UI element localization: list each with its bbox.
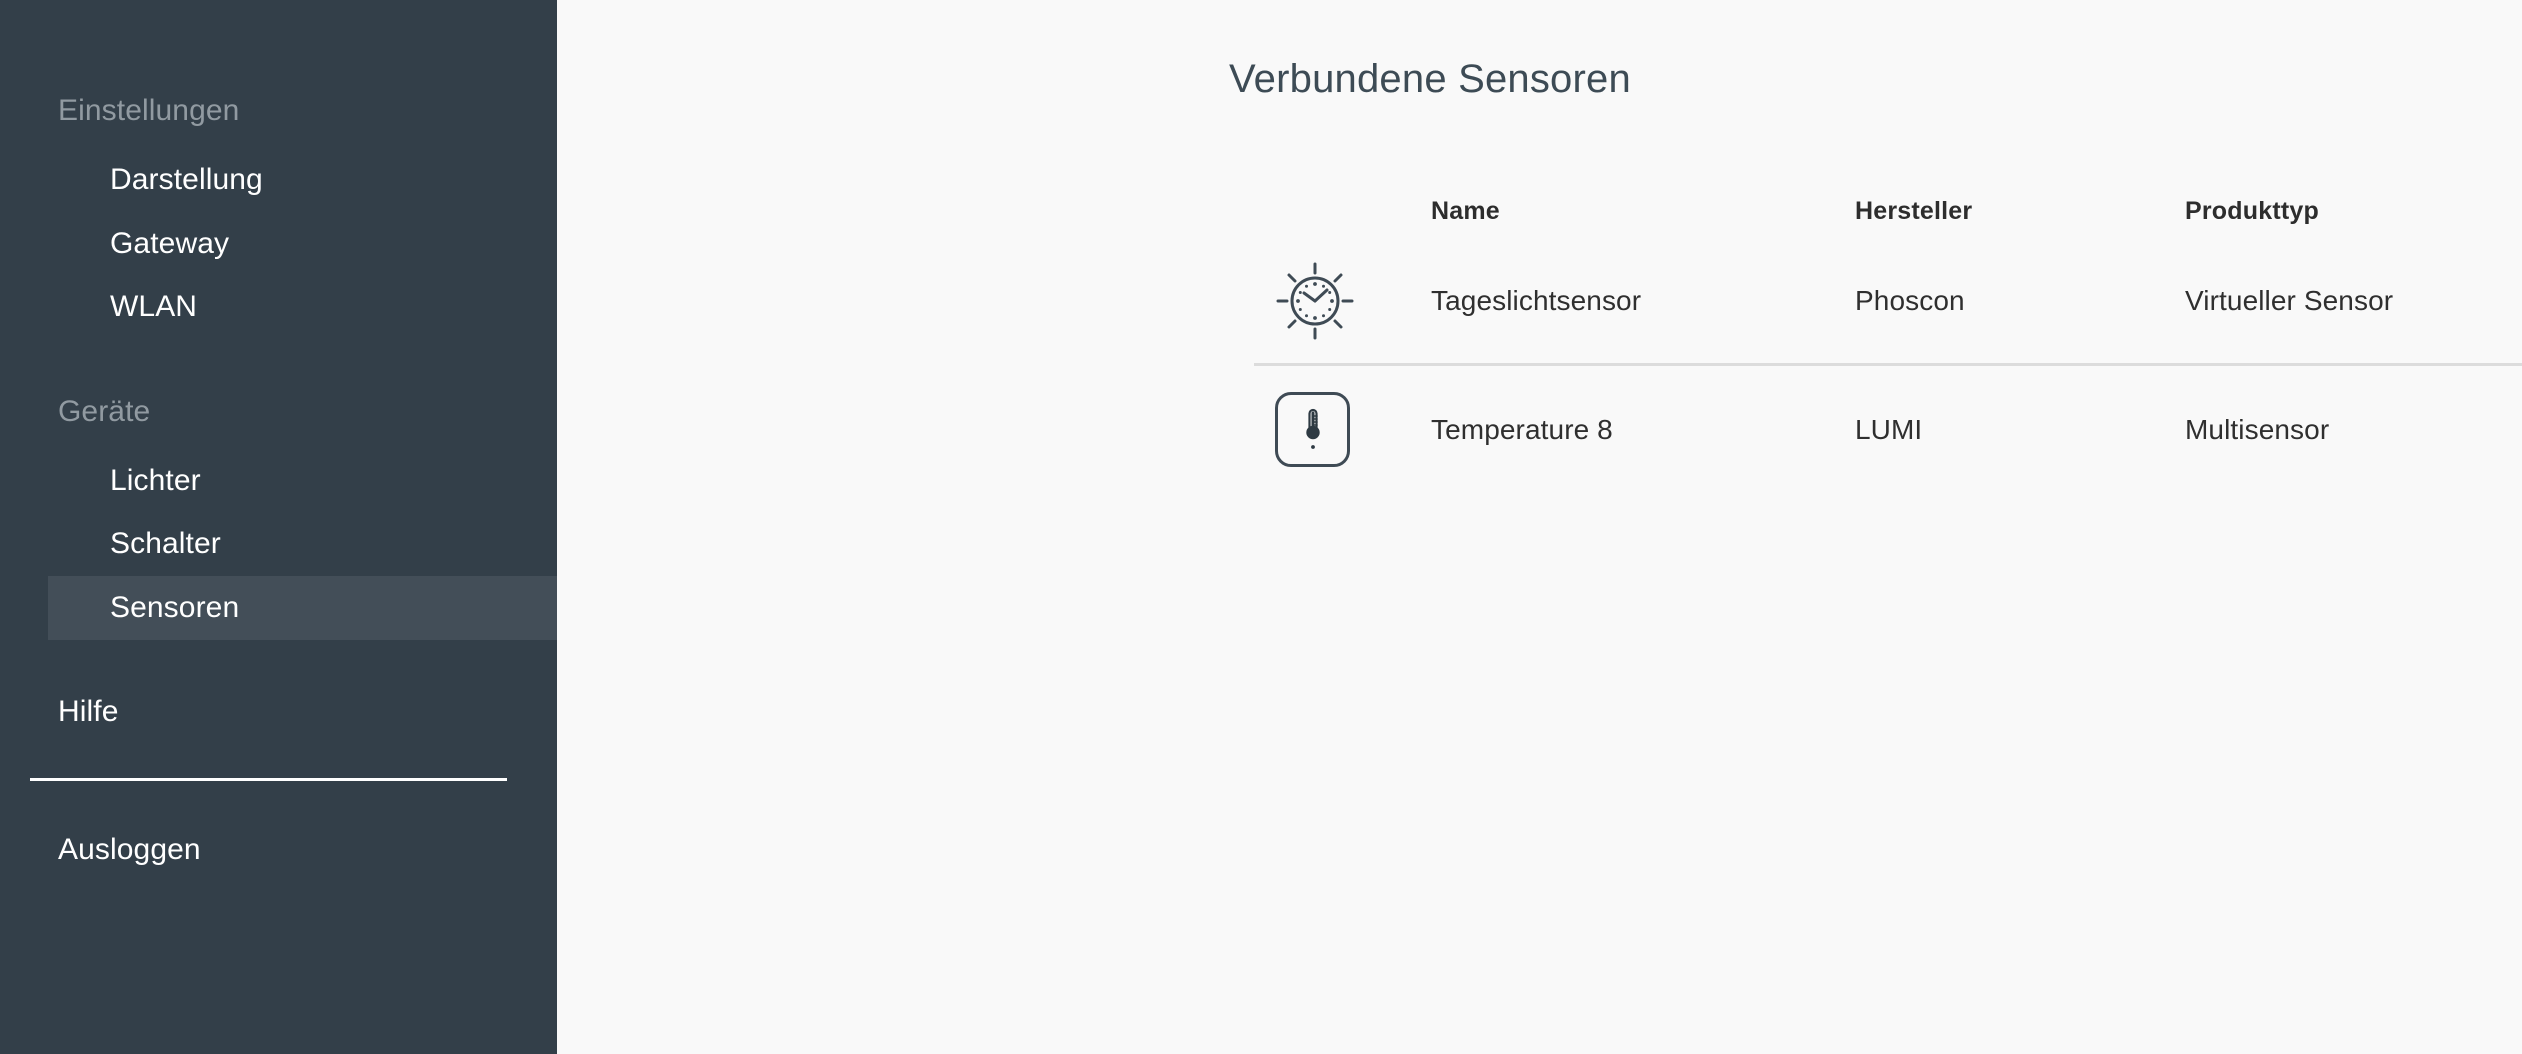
table-header-produkttyp: Produkttyp xyxy=(2185,196,2319,225)
sidebar-item-label: Schalter xyxy=(110,527,221,561)
row-icon-cell xyxy=(1254,261,1431,341)
sidebar-item-label: Hilfe xyxy=(58,694,119,728)
sidebar-item-label: Lichter xyxy=(110,463,201,497)
sidebar: Einstellungen Darstellung Gateway WLAN G… xyxy=(0,0,557,1054)
page-title: Verbundene Sensoren xyxy=(1229,57,1631,101)
sidebar-item-sensoren[interactable]: Sensoren xyxy=(48,575,557,640)
sidebar-group-geraete: Lichter Schalter Sensoren xyxy=(0,449,557,640)
table-header-hersteller: Hersteller xyxy=(1855,196,1973,225)
row-manufacturer: Phoscon xyxy=(1855,285,1965,316)
sidebar-item-label: Ausloggen xyxy=(58,833,201,867)
row-product-type: Virtueller Sensor xyxy=(2185,285,2394,316)
sidebar-item-hilfe[interactable]: Hilfe xyxy=(0,680,557,744)
row-product-type: Multisensor xyxy=(2185,413,2330,445)
sidebar-item-ausloggen[interactable]: Ausloggen xyxy=(0,818,557,882)
row-manufacturer: LUMI xyxy=(1855,413,1923,445)
sidebar-divider xyxy=(30,778,507,782)
sidebar-section-label-einstellungen: Einstellungen xyxy=(58,94,240,127)
sidebar-group-einstellungen: Darstellung Gateway WLAN xyxy=(0,148,557,339)
table-row[interactable]: Tageslichtsensor Phoscon Virtueller Sens… xyxy=(1254,239,2522,366)
row-name: Temperature 8 xyxy=(1431,413,1613,445)
row-icon-cell xyxy=(1254,392,1431,467)
daylight-clock-sun-icon xyxy=(1275,261,1355,341)
sidebar-section-label-geraete: Geräte xyxy=(58,394,151,428)
sidebar-item-label: Darstellung xyxy=(110,163,263,196)
table-header-name: Name xyxy=(1431,196,1500,225)
table-header-row: Name Hersteller Produkttyp Werte xyxy=(1254,183,2522,239)
sidebar-item-label: Sensoren xyxy=(110,590,240,624)
sidebar-item-gateway[interactable]: Gateway xyxy=(48,212,557,276)
sidebar-item-schalter[interactable]: Schalter xyxy=(48,512,557,576)
sidebar-item-wlan[interactable]: WLAN xyxy=(48,275,557,339)
sensors-table: Name Hersteller Produkttyp Werte xyxy=(1254,183,2522,493)
thermometer-device-icon xyxy=(1275,392,1350,467)
table-row[interactable]: Temperature 8 LUMI Multisensor 23 °C, 95… xyxy=(1254,366,2522,493)
sidebar-item-darstellung[interactable]: Darstellung xyxy=(48,148,557,212)
main-content: Verbundene Sensoren Name Hersteller Prod… xyxy=(557,0,2522,1054)
sidebar-item-lichter[interactable]: Lichter xyxy=(48,449,557,513)
sidebar-item-label: WLAN xyxy=(110,290,198,324)
row-name: Tageslichtsensor xyxy=(1431,285,1642,316)
sidebar-item-label: Gateway xyxy=(110,226,230,260)
